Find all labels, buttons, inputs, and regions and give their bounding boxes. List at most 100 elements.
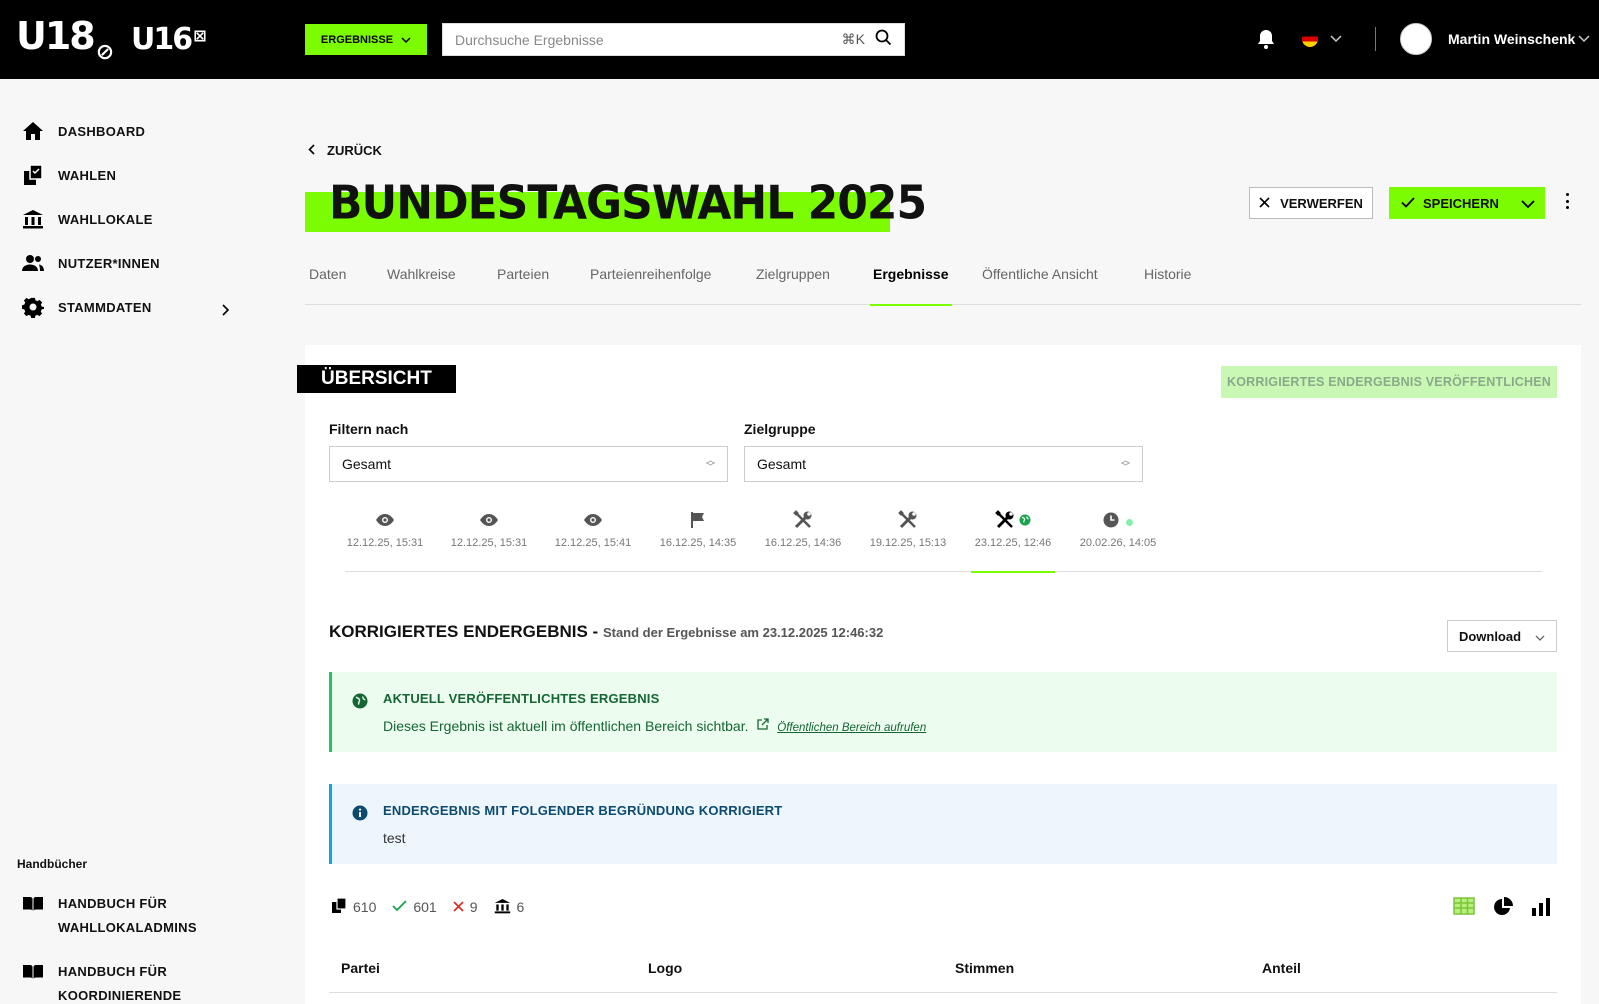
ballot-icon <box>22 164 44 186</box>
column-header: Logo <box>648 960 683 976</box>
download-label: Download <box>1458 628 1522 644</box>
version-item[interactable]: 12.12.25, 15:31 <box>449 511 529 572</box>
sidebar-item-label: WAHLEN <box>58 167 117 183</box>
tab-daten[interactable]: Daten <box>309 266 346 305</box>
chevron-down-icon <box>1535 629 1545 644</box>
eye-icon <box>479 513 499 532</box>
back-link[interactable]: ZURÜCK <box>308 143 382 158</box>
version-item[interactable]: 16.12.25, 14:36 <box>763 509 843 572</box>
version-item-active[interactable]: 23.12.25, 12:46 <box>971 509 1055 573</box>
version-item[interactable]: 20.02.26, 14:05 <box>1078 511 1158 572</box>
tab-historie[interactable]: Historie <box>1144 266 1191 305</box>
search-placeholder: Durchsuche Ergebnisse <box>455 31 604 48</box>
german-flag-icon[interactable] <box>1302 31 1318 47</box>
search-icon[interactable] <box>875 29 892 51</box>
book-icon <box>22 892 44 940</box>
building-icon <box>22 208 44 230</box>
version-item[interactable]: 12.12.25, 15:31 <box>345 511 425 572</box>
chevron-down-icon[interactable] <box>1330 30 1342 48</box>
sidebar-item-wahllokale[interactable]: WAHLLOKALE <box>22 208 153 230</box>
tab-wahlkreise[interactable]: Wahlkreise <box>387 266 456 305</box>
version-item[interactable]: 16.12.25, 14:35 <box>658 511 738 572</box>
version-item[interactable]: 19.12.25, 15:13 <box>868 509 948 572</box>
tab-parteienreihenfolge[interactable]: Parteienreihenfolge <box>590 266 711 305</box>
column-header[interactable]: Stimmen <box>955 960 1014 976</box>
tab-parteien[interactable]: Parteien <box>497 266 549 305</box>
sidebar-item-label: DASHBOARD <box>58 123 146 139</box>
updown-icon: ︿ ﹀ <box>1120 455 1130 472</box>
correction-alert: ENDERGEBNIS MIT FOLGENDER BEGRÜNDUNG KOR… <box>329 784 1557 864</box>
save-main[interactable]: SPEICHERN <box>1389 196 1511 211</box>
tab-ergebnisse[interactable]: Ergebnisse <box>869 266 953 306</box>
gear-icon <box>22 296 44 318</box>
version-date: 19.12.25, 15:13 <box>869 537 947 549</box>
version-date: 16.12.25, 14:36 <box>764 537 842 549</box>
column-header[interactable]: Partei <box>341 960 380 976</box>
bell-icon[interactable] <box>1256 28 1276 50</box>
eye-icon <box>375 513 395 532</box>
handbook-line: HANDBUCH FÜR <box>58 896 168 911</box>
divider <box>1375 27 1376 51</box>
column-header[interactable]: Anteil <box>1262 960 1301 976</box>
sidebar-item-dashboard[interactable]: DASHBOARD <box>22 120 145 142</box>
handbook-coordinators-link[interactable]: HANDBUCH FÜR KOORDINIERENDE <box>22 960 181 1004</box>
page-title: BUNDESTAGSWAHL 2025 <box>329 176 927 231</box>
bar-chart-icon[interactable] <box>1531 897 1551 922</box>
tab-bar: Daten Wahlkreise Parteien Parteienreihen… <box>305 266 1581 306</box>
close-icon <box>1259 196 1270 211</box>
result-heading: KORRIGIERTES ENDERGEBNIS - Stand der Erg… <box>329 622 883 642</box>
flag-icon <box>690 511 706 534</box>
result-timestamp: Stand der Ergebnisse am 23.12.2025 12:46… <box>602 625 884 640</box>
home-icon <box>22 120 44 142</box>
version-date: 12.12.25, 15:31 <box>346 537 424 549</box>
u18-logo[interactable]: U18⊘ <box>16 14 114 65</box>
search-input[interactable]: Durchsuche Ergebnisse ⌘K <box>442 23 905 56</box>
results-table-header: Partei Logo Stimmen Anteil <box>329 950 1557 993</box>
updown-icon: ︿ ﹀ <box>705 455 715 472</box>
external-link-icon <box>756 718 770 734</box>
stat-locations: 6 <box>494 898 524 917</box>
user-name[interactable]: Martin Weinschenk <box>1448 31 1575 47</box>
filter-label: Filtern nach <box>329 421 409 437</box>
save-button[interactable]: SPEICHERN <box>1389 187 1545 219</box>
group-value: Gesamt <box>757 456 807 472</box>
handbook-admins-link[interactable]: HANDBUCH FÜR WAHLLOKALADMINS <box>22 892 197 940</box>
filter-select[interactable]: Gesamt ︿ ﹀ <box>329 446 728 482</box>
version-item[interactable]: 12.12.25, 15:41 <box>553 511 633 572</box>
sidebar-item-wahlen[interactable]: WAHLEN <box>22 164 116 186</box>
filter-value: Gesamt <box>342 456 392 472</box>
clock-icon <box>1103 512 1119 533</box>
ballot-icon <box>331 897 347 917</box>
sidebar-item-stammdaten[interactable]: STAMMDATEN <box>22 296 152 318</box>
avatar[interactable] <box>1400 23 1432 55</box>
tab-zielgruppen[interactable]: Zielgruppen <box>756 266 830 305</box>
back-label: ZURÜCK <box>327 143 382 158</box>
sidebar-item-label: STAMMDATEN <box>58 299 152 315</box>
more-options-icon[interactable] <box>1566 193 1570 209</box>
table-view-icon[interactable] <box>1453 897 1475 922</box>
sidebar-item-nutzer[interactable]: NUTZER*INNEN <box>22 252 160 274</box>
download-button[interactable]: Download <box>1447 620 1557 652</box>
view-switcher <box>1453 897 1551 922</box>
tools-icon <box>995 509 1015 535</box>
eye-icon <box>583 513 603 532</box>
group-label: Zielgruppe <box>744 421 816 437</box>
mode-switch-button[interactable]: ERGEBNISSE <box>305 24 427 55</box>
publish-button[interactable]: KORRIGIERTES ENDERGEBNIS VERÖFFENTLICHEN <box>1221 366 1557 398</box>
group-select[interactable]: Gesamt ︿ ﹀ <box>744 446 1143 482</box>
tab-oeffentliche-ansicht[interactable]: Öffentliche Ansicht <box>982 266 1098 305</box>
handbook-line: HANDBUCH FÜR <box>58 964 168 979</box>
discard-button[interactable]: VERWERFEN <box>1249 187 1373 219</box>
result-title: KORRIGIERTES ENDERGEBNIS - <box>329 622 599 641</box>
u16-logo[interactable]: U16 ⊠ <box>131 22 207 57</box>
pie-chart-icon[interactable] <box>1493 897 1513 922</box>
stats-bar: 610 601 9 6 <box>331 897 524 917</box>
top-bar: U18⊘ U16 ⊠ ERGEBNISSE Durchsuche Ergebnis… <box>0 0 1599 79</box>
chevron-down-icon <box>1521 196 1535 211</box>
chevron-right-icon[interactable] <box>222 303 230 321</box>
chevron-down-icon[interactable] <box>1578 30 1590 48</box>
save-dropdown-toggle[interactable] <box>1511 196 1545 211</box>
tools-icon <box>898 509 918 535</box>
chevron-down-icon <box>401 34 411 46</box>
public-area-link[interactable]: Öffentlichen Bereich aufrufen <box>777 722 926 734</box>
